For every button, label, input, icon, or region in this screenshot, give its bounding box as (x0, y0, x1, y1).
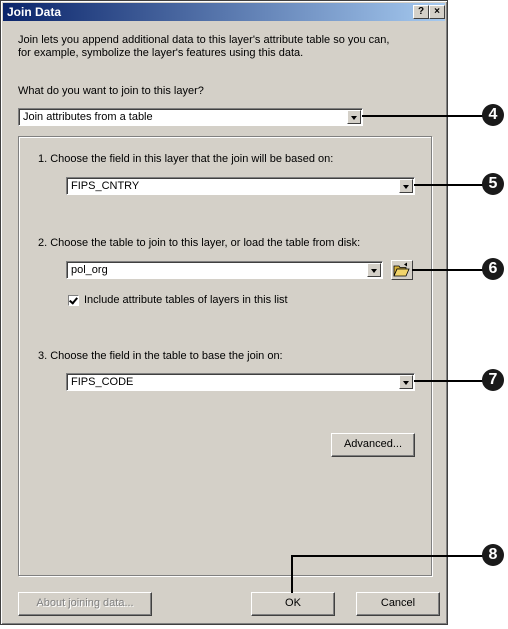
join-type-dropdown[interactable]: Join attributes from a table (18, 108, 363, 126)
close-button[interactable]: × (429, 5, 445, 19)
step3-label: 3. Choose the field in the table to base… (38, 350, 283, 362)
callout-line-4 (362, 115, 486, 117)
chevron-down-icon[interactable] (399, 375, 413, 389)
chevron-down-icon[interactable] (347, 110, 361, 124)
open-folder-icon (393, 262, 410, 277)
join-table-dropdown[interactable]: pol_org (66, 261, 383, 279)
join-type-value: Join attributes from a table (23, 111, 153, 123)
callout-8: 8 (482, 544, 504, 566)
callout-line-8 (292, 555, 486, 557)
callout-line-5 (414, 184, 486, 186)
ok-button[interactable]: OK (251, 592, 335, 616)
intro-text-line1: Join lets you append additional data to … (18, 34, 390, 46)
callout-line-7 (414, 380, 486, 382)
join-type-label: What do you want to join to this layer? (18, 85, 204, 97)
include-layers-checkbox[interactable] (68, 295, 79, 306)
help-button[interactable]: ? (413, 5, 429, 19)
callout-7: 7 (482, 369, 504, 391)
step1-label: 1. Choose the field in this layer that t… (38, 153, 334, 165)
callout-line-8-vertical (291, 555, 293, 593)
chevron-down-icon[interactable] (367, 263, 381, 277)
table-field-dropdown[interactable]: FIPS_CODE (66, 373, 415, 391)
callout-6: 6 (482, 258, 504, 280)
callout-line-6 (412, 269, 486, 271)
join-field-dropdown[interactable]: FIPS_CNTRY (66, 177, 415, 195)
window-title: Join Data (7, 5, 62, 19)
chevron-down-icon[interactable] (399, 179, 413, 193)
about-joining-button[interactable]: About joining data... (18, 592, 152, 616)
advanced-button[interactable]: Advanced... (331, 433, 415, 457)
join-field-value: FIPS_CNTRY (71, 180, 140, 192)
table-field-value: FIPS_CODE (71, 376, 134, 388)
browse-button[interactable] (391, 260, 413, 280)
include-layers-label: Include attribute tables of layers in th… (84, 294, 288, 306)
intro-text-line2: for example, symbolize the layer's featu… (18, 47, 304, 59)
callout-4: 4 (482, 104, 504, 126)
join-data-dialog: Join Data ? × Join lets you append addit… (0, 0, 448, 625)
callout-5: 5 (482, 173, 504, 195)
title-bar[interactable]: Join Data ? × (3, 3, 445, 21)
join-table-value: pol_org (71, 264, 108, 276)
step2-label: 2. Choose the table to join to this laye… (38, 237, 361, 249)
cancel-button[interactable]: Cancel (356, 592, 440, 616)
